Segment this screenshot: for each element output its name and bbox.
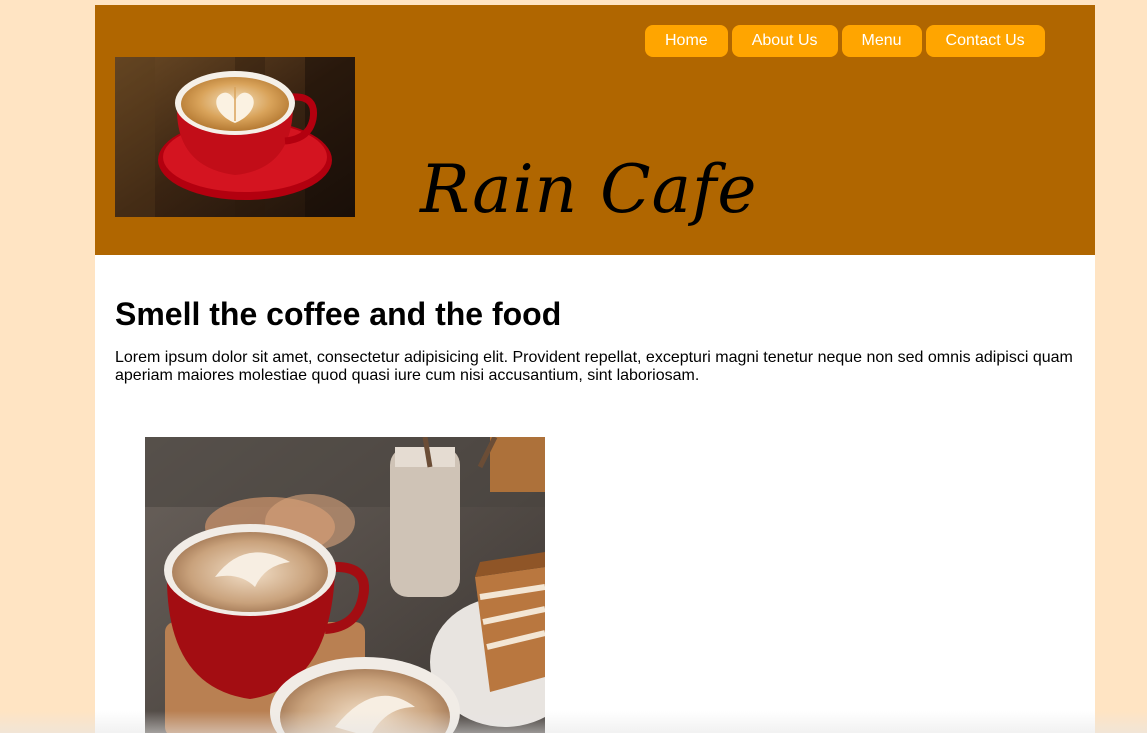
main-content: Smell the coffee and the food Lorem ipsu… — [115, 255, 1075, 385]
latte-cup-photo — [115, 57, 355, 217]
site-header: Home About Us Menu Contact Us Rain Cafe — [95, 5, 1095, 255]
latte-cup-illustration — [115, 57, 355, 217]
nav-contact-button[interactable]: Contact Us — [925, 25, 1045, 57]
page-headline: Smell the coffee and the food — [115, 296, 562, 332]
main-nav: Home About Us Menu Contact Us — [645, 25, 1045, 57]
nav-menu-button[interactable]: Menu — [841, 25, 922, 57]
page-container: Home About Us Menu Contact Us Rain Cafe … — [95, 5, 1095, 733]
nav-about-button[interactable]: About Us — [731, 25, 838, 57]
nav-home-button[interactable]: Home — [645, 25, 728, 57]
intro-paragraph: Lorem ipsum dolor sit amet, consectetur … — [115, 349, 1073, 384]
brand-title: Rain Cafe — [420, 151, 758, 228]
coffee-and-cake-photo — [145, 437, 545, 733]
coffee-and-cake-illustration — [145, 437, 545, 733]
